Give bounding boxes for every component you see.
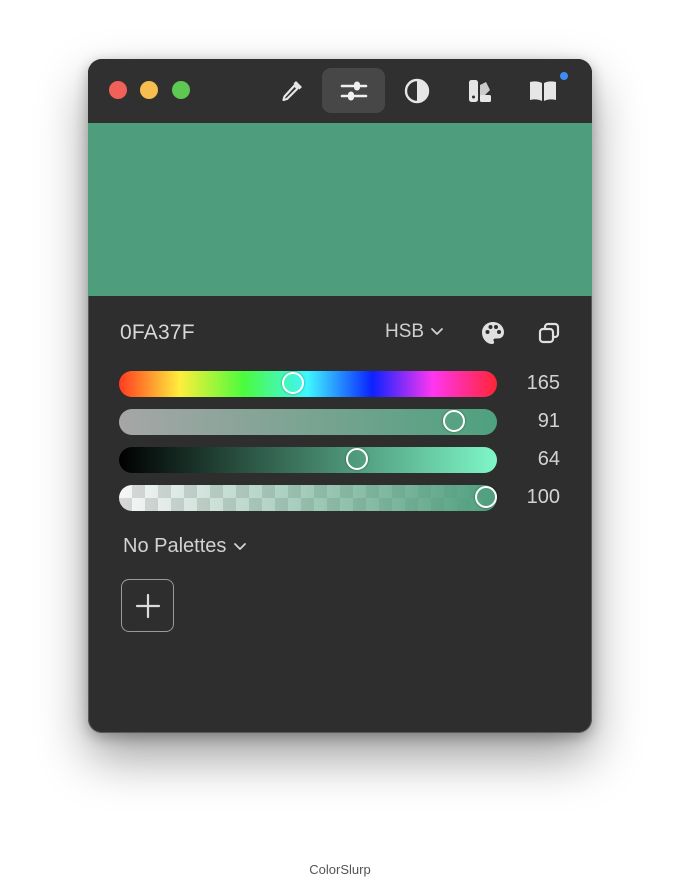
eyedropper-icon xyxy=(281,80,302,101)
hex-value[interactable]: 0FA37F xyxy=(120,321,195,345)
titlebar xyxy=(88,59,592,123)
hue-value[interactable]: 165 xyxy=(527,372,560,395)
color-model-label: HSB xyxy=(385,321,425,342)
color-swatches-icon xyxy=(468,79,491,102)
swatches-tab[interactable] xyxy=(448,68,511,113)
palettes-label: No Palettes xyxy=(123,535,227,557)
hue-slider-knob[interactable] xyxy=(282,372,304,394)
palette-button[interactable] xyxy=(477,317,509,349)
contrast-icon xyxy=(404,78,429,103)
close-button[interactable] xyxy=(109,81,127,99)
palette-icon xyxy=(482,322,504,344)
copy-button[interactable] xyxy=(533,317,565,349)
picker-tab[interactable] xyxy=(260,68,323,113)
brightness-value[interactable]: 64 xyxy=(538,448,560,471)
saturation-slider-knob[interactable] xyxy=(443,410,465,432)
plus-icon xyxy=(135,593,160,618)
notification-badge xyxy=(560,72,568,80)
alpha-value[interactable]: 100 xyxy=(527,486,560,509)
brightness-slider[interactable] xyxy=(119,447,497,473)
app-caption: ColorSlurp xyxy=(309,862,371,877)
contrast-tab[interactable] xyxy=(385,68,448,113)
hue-slider[interactable] xyxy=(119,371,497,397)
palettes-dropdown[interactable]: No Palettes xyxy=(123,535,247,558)
minimize-button[interactable] xyxy=(140,81,158,99)
book-icon xyxy=(529,80,556,101)
color-model-dropdown[interactable]: HSB xyxy=(385,321,444,343)
sliders-tab[interactable] xyxy=(322,68,385,113)
saturation-value[interactable]: 91 xyxy=(538,410,560,433)
colorslurp-window: 0FA37F HSB 165 91 64 100 No Palettes xyxy=(88,59,592,733)
add-palette-button[interactable] xyxy=(121,579,174,632)
saturation-slider[interactable] xyxy=(119,409,497,435)
sliders-icon xyxy=(340,81,367,100)
zoom-button[interactable] xyxy=(172,81,190,99)
chevron-down-icon xyxy=(431,328,443,335)
chevron-down-icon xyxy=(234,542,247,550)
copy-icon xyxy=(538,322,560,344)
alpha-slider[interactable] xyxy=(119,485,497,511)
brightness-slider-knob[interactable] xyxy=(346,448,368,470)
color-preview xyxy=(88,123,592,296)
alpha-slider-knob[interactable] xyxy=(475,486,497,508)
